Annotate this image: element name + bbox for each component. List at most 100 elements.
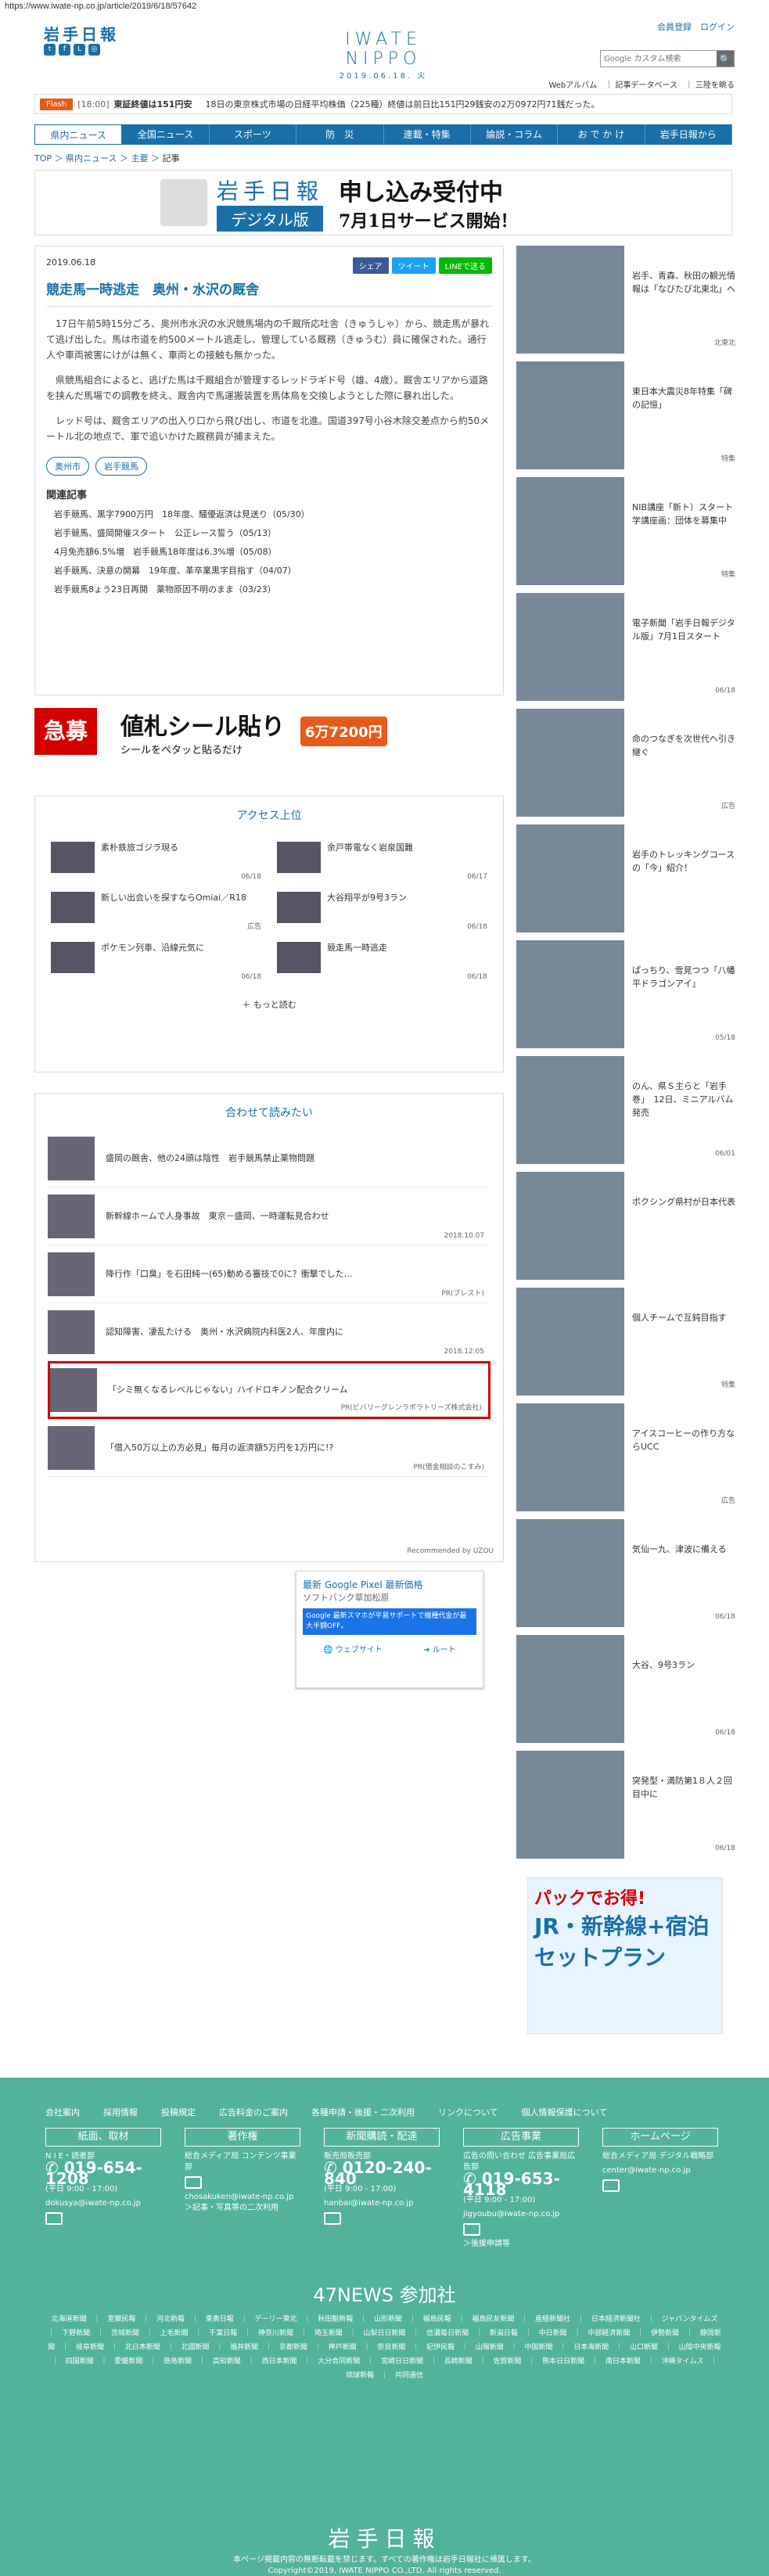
nav-item-local[interactable]: 県内ニュース xyxy=(34,124,123,145)
facebook-share-button[interactable]: シェア xyxy=(352,257,389,274)
sidebar-item[interactable]: 東日本大震災8年特集「碑の記憶」 特集 xyxy=(516,361,735,477)
footer-link[interactable]: 会社案内 xyxy=(45,2106,80,2118)
recommend-item[interactable]: 「借入50万以上の方必見」毎月の返済額5万円を1万円に!? PR(借金相談のこすみ… xyxy=(48,1419,491,1477)
footer-link[interactable]: 広告料金のご案内 xyxy=(219,2106,288,2118)
instagram-icon[interactable]: ◎ xyxy=(88,44,100,56)
contact-mail[interactable]: jigyoubu@iwate-np.co.jp xyxy=(463,2209,579,2220)
contact-extra-link[interactable]: ＞後援申請等 xyxy=(463,2239,579,2250)
job-ad-pay: 6万7200円 xyxy=(300,717,387,746)
sidebar-item[interactable]: 気仙一九、津波に備える 06/18 xyxy=(516,1519,735,1635)
recommend-item[interactable]: 降行作「口臭」を石田純一(65)動める審技で0に？衝撃でした… PR(ブレスト) xyxy=(48,1245,491,1303)
recommend-item-highlighted[interactable]: 「シミ無くなるレベルじゃない」ハイドロキノン配合クリーム PR(ビバリーグレンラボ… xyxy=(48,1361,491,1419)
mail-icon[interactable] xyxy=(324,2212,341,2225)
sidebar-item[interactable]: 命のつなぎを次世代へ引き継ぐ 広告 xyxy=(516,709,735,825)
nav-item-from-nippo[interactable]: 岩手日報から xyxy=(645,124,732,145)
more-link[interactable]: ＋ もっと読む xyxy=(35,998,503,1011)
related-item[interactable]: 岩手競馬8ょう23日再開 薬物原因不明のまま（03/23） xyxy=(46,583,492,595)
thumbnail xyxy=(516,1751,624,1859)
ranking-item[interactable]: 競走馬一時逃走 06/18 xyxy=(277,939,487,989)
ranking-item[interactable]: 大谷翔平が9号3ラン 06/18 xyxy=(277,889,487,939)
gad-website-button[interactable]: 🌐 ウェブサイト xyxy=(323,1643,383,1654)
related-item[interactable]: 岩手競馬、黒字7900万円 18年度、騒優返済は見送り（05/30） xyxy=(46,508,492,520)
nav-item-series[interactable]: 連載・特集 xyxy=(384,124,471,145)
recommend-item[interactable]: 認知障害、凄乱たける 奥州・水沢病院内科医2人、年度内に 2018.12.05 xyxy=(48,1303,491,1361)
ranking-item[interactable]: ポケモン列車、沿線元気に 06/18 xyxy=(51,939,261,989)
jr-ad[interactable]: パックでお得! JR・新幹線+宿泊セットプラン xyxy=(527,1877,723,2034)
twitter-icon[interactable]: t xyxy=(44,44,56,56)
mail-icon[interactable] xyxy=(602,2179,620,2192)
contact-tel[interactable]: ✆ 019-654-1208 xyxy=(45,2160,161,2186)
contact-mail[interactable]: chosakuken@iwate-np.co.jp xyxy=(185,2192,300,2203)
footer-link[interactable]: 個人情報保護について xyxy=(522,2106,608,2118)
footer-link[interactable]: 各種申請・後援・二次利用 xyxy=(311,2106,415,2118)
contact-mail[interactable]: center@iwate-np.co.jp xyxy=(602,2165,718,2176)
breadcrumb-top[interactable]: TOP xyxy=(34,153,52,163)
nav-item-column[interactable]: 論説・コラム xyxy=(471,124,559,145)
tweet-button[interactable]: ツイート xyxy=(391,257,436,274)
sidebar-item[interactable]: 大谷、9号3ラン 06/18 xyxy=(516,1635,735,1751)
sub-links[interactable]: Webアルバム ｜ 記事データベース ｜ 三陸を眺る xyxy=(548,78,735,90)
thumbnail xyxy=(516,1288,624,1396)
ranking-item[interactable]: 素朴鉄旅ゴジラ現る 06/18 xyxy=(51,839,261,889)
breadcrumb-main[interactable]: 主要 xyxy=(131,153,148,163)
facebook-icon[interactable]: f xyxy=(59,44,70,56)
google-ad[interactable]: 最新 Google Pixel 最新価格 ソフトバンク草加松原 Google 最… xyxy=(296,1571,483,1688)
main-logo[interactable]: IWATE NIPPO 2019.06.18. 火 xyxy=(305,30,462,81)
sidebar-item[interactable]: NIB講座「新ト）スタート 学講座画：団体を募集中 特集 xyxy=(516,477,742,593)
article: 2019.06.18 シェア ツイート LINEで送る 競走馬一時逃走 奥州・水… xyxy=(34,246,504,695)
url-bar[interactable]: https://www.iwate-np.co.jp/article/2019/… xyxy=(0,0,769,16)
footer-link[interactable]: 投稿規定 xyxy=(161,2106,196,2118)
47news-list[interactable]: 北海道新聞 ｜ 室蘭民報 ｜ 河北新報 ｜ 東奥日報 ｜ デーリー東北 ｜ 秋田… xyxy=(47,2312,722,2383)
nav-item-national[interactable]: 全国ニュース xyxy=(122,124,210,145)
search-icon[interactable]: 🔍 xyxy=(717,51,734,66)
recommend-title: 認知障害、凄乱たける 奥州・水沢病院内科医2人、年度内に xyxy=(106,1326,343,1337)
footer-link[interactable]: リンクについて xyxy=(438,2106,498,2118)
contact-hours: (平日 9:00 - 17:00) xyxy=(463,2196,536,2204)
digital-banner[interactable]: 岩手日報 デジタル版 申し込み受付中 7月1日サービス開始！ xyxy=(34,170,732,235)
tag-oshu[interactable]: 奥州市 xyxy=(46,457,89,476)
sidebar-item[interactable]: 突発型・満防第1８人２回目中に 06/18 xyxy=(516,1751,735,1866)
ranking-item[interactable]: 余戸帯電なく岩泉国難 06/17 xyxy=(277,839,487,889)
breadcrumb-local[interactable]: 県内ニュース xyxy=(66,153,117,163)
powered-by[interactable]: Recommended by UZOU xyxy=(407,1547,494,1555)
small-logo[interactable]: 岩手日報 xyxy=(44,22,119,45)
nav-item-sports[interactable]: スポーツ xyxy=(210,124,297,145)
contact-extra-link[interactable]: ＞記事・写真等の二次利用 xyxy=(185,2203,300,2214)
mail-icon[interactable] xyxy=(463,2223,480,2236)
related-item[interactable]: 岩手競馬、盛岡開催スタート 公正レース誓う（05/13） xyxy=(46,526,492,539)
contact-tel[interactable]: ✆ 019-653-4118 xyxy=(463,2171,579,2197)
sidebar-item[interactable]: 岩手のトレッキングコースの「今」紹介！ xyxy=(516,825,735,940)
login-link[interactable]: 会員登録 ログイン xyxy=(657,20,735,33)
line-share-button[interactable]: LINEで送る xyxy=(438,257,492,274)
related-item[interactable]: 岩手競馬、決意の開幕 19年度、革卒業黒字目指す（04/07） xyxy=(46,564,492,577)
sidebar-item[interactable]: 電子新聞「岩手日報デジタル版」7月1日スタート 06/18 xyxy=(516,593,735,709)
sidebar-item[interactable]: 岩手、青森、秋田の観光情報は「なびたび北東北」へ 北東北 xyxy=(516,246,735,361)
47news-heading: 47NEWS 参加社 xyxy=(313,2284,456,2306)
mail-icon[interactable] xyxy=(185,2176,202,2189)
footer-logo[interactable]: 岩手日報 xyxy=(0,2522,769,2553)
mail-icon[interactable] xyxy=(45,2212,63,2225)
sidebar-item[interactable]: ボクシング県村が日本代表 xyxy=(516,1172,735,1288)
sidebar-item[interactable]: ぱっちり、雪見つつ「八幡平ドラゴンアイ」 05/18 xyxy=(516,940,735,1056)
contact-mail[interactable]: dokusya@iwate-np.co.jp xyxy=(45,2198,161,2209)
tag-keiba[interactable]: 岩手競馬 xyxy=(95,457,147,476)
recommend-item[interactable]: 新幹線ホームで人身事故 東京－盛岡、一時運転見合わせ 2018.10.07 xyxy=(48,1187,491,1245)
nav-item-outing[interactable]: お で か け xyxy=(558,124,645,145)
gad-route-label: ルート xyxy=(432,1646,456,1654)
sidebar-item[interactable]: 個人チームで互鈍目指す 特集 xyxy=(516,1288,735,1403)
search-input[interactable] xyxy=(601,51,717,66)
sidebar-item[interactable]: アイスコーヒーの作り方ならUCC 広告 xyxy=(516,1403,735,1519)
related-item[interactable]: 4月免売額6.5%増 岩手競馬18年度は6.3%増（05/08） xyxy=(46,545,492,558)
ranking-item[interactable]: 新しい出会いを探すならOmiai／R18 広告 xyxy=(51,889,261,939)
line-icon[interactable]: L xyxy=(74,44,85,56)
flash-news[interactable]: Flash [18:00] 東証終値は151円安 18日の東京株式市場の日経平均… xyxy=(34,94,732,114)
sidebar-item[interactable]: のん、県Ｓ主らと「岩手巻」 12日、ミニアルバム発売 06/01 xyxy=(516,1056,735,1172)
account-links[interactable]: 会員登録 ログイン xyxy=(657,20,735,49)
contact-tel[interactable]: ✆ 0120-240-840 xyxy=(324,2160,440,2186)
contact-mail[interactable]: hanbai@iwate-np.co.jp xyxy=(324,2198,440,2209)
job-ad[interactable]: 急募 値札シール貼り シールをペタッと貼るだけ 6万7200円 xyxy=(34,702,504,761)
footer-link[interactable]: 採用情報 xyxy=(103,2106,138,2118)
recommend-item[interactable]: 盛岡の厩舎、他の24頭は陰性 岩手競馬禁止薬物問題 xyxy=(48,1130,491,1187)
nav-item-disaster[interactable]: 防 災 xyxy=(296,124,384,145)
gad-route-button[interactable]: ➜ ルート xyxy=(423,1643,456,1654)
